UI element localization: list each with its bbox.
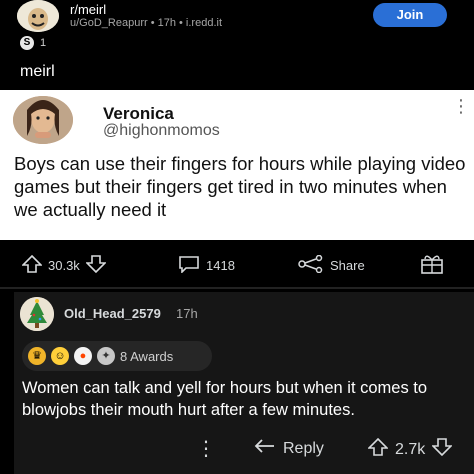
- award-count: 1: [40, 37, 47, 49]
- tweet-author-name: Veronica: [103, 104, 174, 123]
- subreddit-avatar[interactable]: [17, 0, 59, 32]
- comment-more-icon[interactable]: ⋮: [196, 436, 216, 461]
- comment-username[interactable]: Old_Head_2579: [64, 306, 161, 321]
- comment-downvote-icon[interactable]: [431, 438, 454, 461]
- comment-vote-count: 2.7k: [395, 440, 426, 458]
- downvote-icon[interactable]: [84, 254, 107, 276]
- post-action-bar: 30.3k 1418 Share: [0, 250, 474, 280]
- reply-icon: [254, 438, 276, 459]
- post-vote-group: 30.3k: [21, 254, 107, 276]
- award-button[interactable]: [420, 253, 444, 278]
- upvote-icon[interactable]: [21, 254, 43, 276]
- comment-icon: [178, 255, 200, 276]
- share-icon: [298, 254, 324, 276]
- reply-button[interactable]: Reply: [254, 438, 324, 459]
- award-snoo-icon: ●: [74, 347, 92, 365]
- tweet-author-handle: @highonmomos: [103, 122, 220, 139]
- divider: [0, 287, 474, 289]
- tweet-avatar: [13, 96, 73, 144]
- comment-count: 1418: [206, 257, 235, 273]
- comment-vote-group: 2.7k: [367, 437, 454, 461]
- comment-awards[interactable]: ♛ ☺ ● ✦ 8 Awards: [22, 341, 212, 371]
- comment-text: Women can talk and yell for hours but wh…: [22, 379, 428, 419]
- award-medal-icon: ♛: [28, 347, 46, 365]
- join-button[interactable]: Join: [373, 3, 447, 27]
- award-coin-icon: S: [20, 36, 34, 50]
- tweet-text: Boys can use their fingers for hours whi…: [14, 153, 466, 220]
- comments-button[interactable]: 1418: [178, 255, 235, 276]
- post-upvote-count: 30.3k: [48, 257, 80, 273]
- post-meta: u/GoD_Reapurr • 17h • i.redd.it: [70, 17, 223, 29]
- share-button[interactable]: Share: [298, 254, 365, 276]
- subreddit-name[interactable]: r/meirl: [70, 2, 106, 17]
- award-helpful-icon: ☺: [51, 347, 69, 365]
- post-award[interactable]: S 1: [20, 36, 46, 50]
- reply-label: Reply: [283, 439, 324, 457]
- awards-count-label: 8 Awards: [120, 348, 174, 364]
- share-label: Share: [330, 257, 365, 273]
- post-title[interactable]: meirl: [20, 63, 55, 81]
- commenter-avatar[interactable]: [20, 297, 54, 331]
- tweet-more-icon: ⋮: [452, 96, 470, 116]
- comment-action-bar: ⋮ Reply 2.7k: [0, 432, 474, 462]
- comment-upvote-icon[interactable]: [367, 437, 389, 461]
- gift-icon: [420, 253, 444, 278]
- award-silver-icon: ✦: [97, 347, 115, 365]
- comment-time: 17h: [176, 306, 198, 321]
